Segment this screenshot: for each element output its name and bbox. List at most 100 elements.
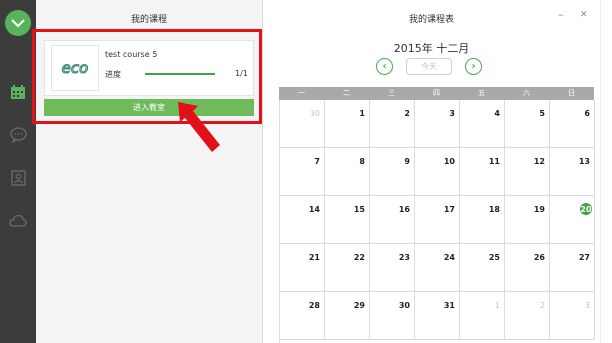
- calendar-day-number: 10: [443, 157, 455, 166]
- calendar-day-number: 18: [488, 205, 500, 214]
- minimize-button[interactable]: –: [558, 8, 564, 21]
- weekday-label: 一: [298, 89, 305, 97]
- calendar-month-label: 2015年 十二月: [393, 42, 470, 55]
- calendar-day-today[interactable]: 20: [550, 196, 595, 244]
- calendar-day-number: 11: [488, 157, 500, 166]
- calendar-day[interactable]: 9: [370, 148, 415, 196]
- calendar-day-number: 12: [533, 157, 545, 166]
- weekday-label: 二: [343, 89, 350, 97]
- calendar-day-number: 7: [314, 157, 320, 166]
- chevron-left-icon: ‹: [382, 60, 387, 72]
- calendar-day[interactable]: 17: [415, 196, 460, 244]
- calendar-day-number: 23: [398, 253, 410, 262]
- calendar-day[interactable]: 16: [370, 196, 415, 244]
- calendar-day[interactable]: 22: [325, 244, 370, 292]
- calendar-day[interactable]: 5: [505, 100, 550, 148]
- close-button[interactable]: ✕: [580, 10, 588, 20]
- calendar-day[interactable]: 18: [460, 196, 505, 244]
- calendar-day[interactable]: 7: [280, 148, 325, 196]
- calendar-day[interactable]: 15: [325, 196, 370, 244]
- calendar-day-number: 16: [398, 205, 410, 214]
- calendar-day[interactable]: 30: [370, 292, 415, 340]
- calendar-day[interactable]: 19: [505, 196, 550, 244]
- weekday-label: 五: [478, 89, 485, 97]
- calendar-day-number: 22: [353, 253, 365, 262]
- course-panel-title: 我的课程: [130, 15, 167, 25]
- calendar-day[interactable]: 13: [550, 148, 595, 196]
- today-button[interactable]: 今天: [406, 58, 452, 75]
- calendar-day-number: 5: [539, 109, 545, 118]
- calendar-day[interactable]: 25: [460, 244, 505, 292]
- weekday-label: 日: [568, 89, 575, 97]
- calendar-day-number: 29: [353, 301, 365, 310]
- calendar-day[interactable]: 8: [325, 148, 370, 196]
- course-card[interactable]: eco test course 5 进度 1/1: [44, 40, 254, 96]
- cloud-icon[interactable]: [8, 210, 28, 230]
- calendar-day-number: 26: [533, 253, 545, 262]
- calendar-day[interactable]: 11: [460, 148, 505, 196]
- calendar-day-number: 19: [533, 205, 545, 214]
- calendar-day-number: 9: [404, 157, 410, 166]
- calendar-day-number: 17: [443, 205, 455, 214]
- calendar-day-number: 15: [353, 205, 365, 214]
- calendar-day-number: 1: [494, 301, 500, 310]
- calendar-day[interactable]: 1: [460, 292, 505, 340]
- calendar-day[interactable]: 27: [550, 244, 595, 292]
- calendar-day[interactable]: 2: [370, 100, 415, 148]
- progress-bar: [145, 73, 215, 75]
- calendar-day[interactable]: 21: [280, 244, 325, 292]
- logo-icon[interactable]: [5, 10, 31, 36]
- course-logo: eco: [51, 45, 99, 91]
- app-window: 我的课程 eco test course 5 进度 1/1 进入教室 我的课程表…: [0, 0, 612, 343]
- weekday-label: 六: [523, 89, 530, 97]
- contact-icon[interactable]: [8, 168, 28, 188]
- next-month-button[interactable]: ›: [465, 58, 482, 75]
- calendar-day-number: 3: [584, 301, 590, 310]
- calendar-day-number: 2: [404, 109, 410, 118]
- calendar-day-number: 31: [443, 301, 455, 310]
- calendar-day[interactable]: 3: [550, 292, 595, 340]
- calendar-day-number: 6: [584, 109, 590, 118]
- prev-month-button[interactable]: ‹: [376, 58, 393, 75]
- calendar-day-number: 4: [494, 109, 500, 118]
- calendar-day[interactable]: 26: [505, 244, 550, 292]
- calendar-day[interactable]: 6: [550, 100, 595, 148]
- calendar-title: 我的课程表: [408, 15, 454, 25]
- calendar-day-number: 3: [449, 109, 455, 118]
- calendar-day[interactable]: 29: [325, 292, 370, 340]
- calendar-day-number: 8: [359, 157, 365, 166]
- progress-count: 1/1: [235, 69, 248, 78]
- calendar-day[interactable]: 3: [415, 100, 460, 148]
- calendar-day-number: 2: [539, 301, 545, 310]
- calendar-day-number: 1: [359, 109, 365, 118]
- chevron-right-icon: ›: [471, 60, 476, 72]
- weekday-label: 三: [388, 89, 395, 97]
- calendar-grid: 30 1 2 3 4 5 6 7 8 9 10 11 12 13 14 15 16 17 18 19 20 21 22 23 2…: [279, 100, 595, 343]
- scrollbar[interactable]: [600, 0, 612, 343]
- calendar-day-number: 24: [443, 253, 455, 262]
- chat-icon[interactable]: [8, 125, 28, 145]
- calendar-day-number: 28: [308, 301, 320, 310]
- calendar-day[interactable]: 24: [415, 244, 460, 292]
- enter-classroom-button[interactable]: 进入教室: [44, 99, 254, 116]
- calendar-icon[interactable]: [8, 82, 28, 102]
- calendar-day-number: 25: [488, 253, 500, 262]
- calendar-day-number: 13: [578, 157, 590, 166]
- calendar-day[interactable]: 28: [280, 292, 325, 340]
- calendar-day-number: 21: [308, 253, 320, 262]
- calendar-day[interactable]: 31: [415, 292, 460, 340]
- svg-text:eco: eco: [62, 59, 89, 77]
- calendar-day[interactable]: 4: [460, 100, 505, 148]
- calendar-panel: 我的课程表 – ✕ 2015年 十二月 ‹ 今天 › 一二三四五六日 30 1 2 3…: [263, 0, 600, 343]
- calendar-day[interactable]: 30: [280, 100, 325, 148]
- calendar-day[interactable]: 1: [325, 100, 370, 148]
- calendar-day[interactable]: 12: [505, 148, 550, 196]
- course-panel: 我的课程 eco test course 5 进度 1/1 进入教室: [36, 0, 262, 343]
- calendar-day[interactable]: 10: [415, 148, 460, 196]
- calendar-day[interactable]: 14: [280, 196, 325, 244]
- course-name: test course 5: [105, 50, 158, 59]
- calendar-day[interactable]: 23: [370, 244, 415, 292]
- calendar-day-number: 30: [398, 301, 410, 310]
- calendar-day[interactable]: 2: [505, 292, 550, 340]
- calendar-day-number: 30: [309, 109, 320, 118]
